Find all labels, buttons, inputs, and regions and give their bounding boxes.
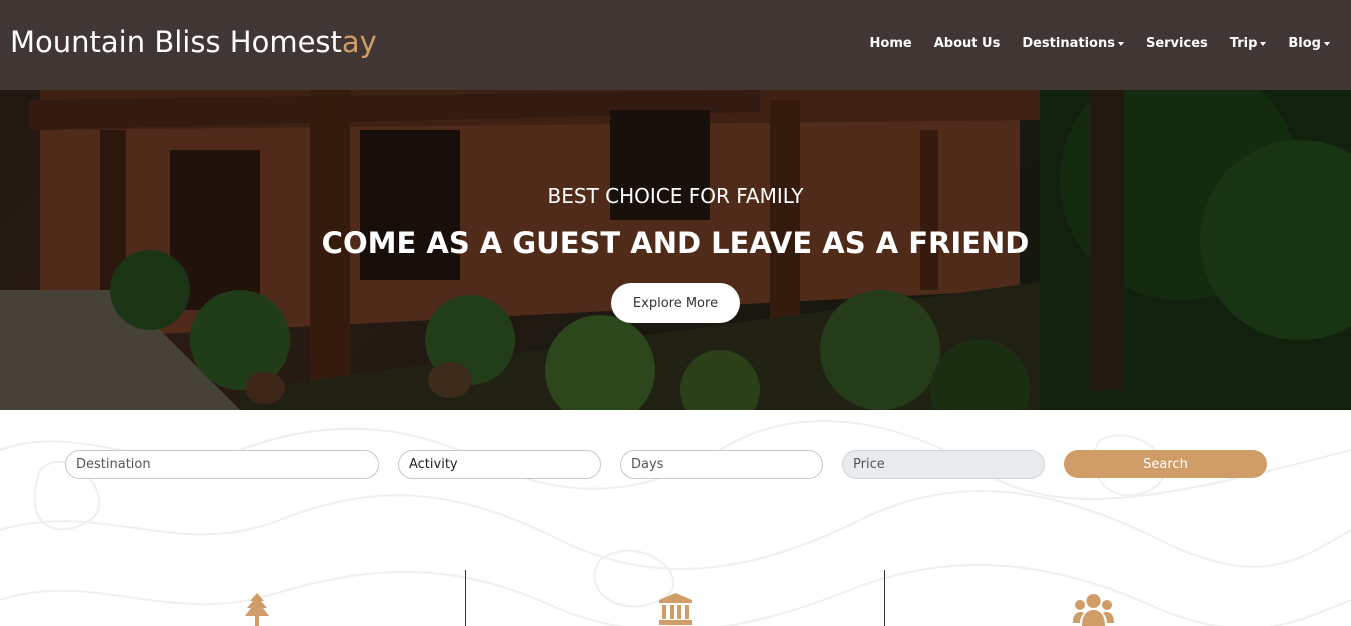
nav-trip[interactable]: Trip xyxy=(1219,36,1278,51)
hero-title: COME AS A GUEST AND LEAVE AS A FRIEND xyxy=(321,226,1030,260)
main-nav: Home About Us Destinations Services Trip… xyxy=(859,36,1341,51)
search-button[interactable]: Search xyxy=(1064,450,1267,478)
bank-icon xyxy=(659,593,692,625)
nav-home[interactable]: Home xyxy=(859,36,923,51)
hero-subtitle: BEST CHOICE FOR FAMILY xyxy=(547,184,804,208)
navbar: Mountain Bliss Homestay Home About Us De… xyxy=(0,0,1351,90)
feature-divider xyxy=(884,570,885,626)
brand-name: Mountain Bliss Homest xyxy=(10,25,342,59)
price-placeholder: Price xyxy=(853,457,885,472)
nav-services-label: Services xyxy=(1145,35,1208,51)
hero-banner: BEST CHOICE FOR FAMILY COME AS A GUEST A… xyxy=(0,90,1351,410)
feature-divider xyxy=(465,570,466,626)
brand-name-accent: ay xyxy=(341,25,377,59)
caret-down-icon xyxy=(1117,41,1124,46)
days-placeholder: Days xyxy=(631,457,664,472)
nav-services[interactable]: Services xyxy=(1135,36,1219,51)
tree-icon xyxy=(245,593,269,626)
nav-about-us[interactable]: About Us xyxy=(923,36,1012,51)
explore-more-button[interactable]: Explore More xyxy=(611,283,740,323)
nav-about-us-label: About Us xyxy=(933,35,1001,51)
nav-blog-label: Blog xyxy=(1288,35,1321,51)
nav-home-label: Home xyxy=(869,35,912,51)
days-input[interactable]: Days xyxy=(620,450,823,479)
nav-trip-label: Trip xyxy=(1229,35,1258,51)
activity-select-value: Activity xyxy=(409,457,458,472)
nav-blog[interactable]: Blog xyxy=(1277,36,1341,51)
price-input[interactable]: Price xyxy=(842,450,1045,479)
destination-placeholder: Destination xyxy=(76,457,151,472)
brand-logo[interactable]: Mountain Bliss Homestay xyxy=(10,25,377,59)
activity-select[interactable]: Activity xyxy=(398,450,601,479)
caret-down-icon xyxy=(1260,41,1267,46)
nav-destinations-label: Destinations xyxy=(1022,35,1115,51)
nav-destinations[interactable]: Destinations xyxy=(1011,36,1135,51)
users-icon xyxy=(1073,594,1114,626)
caret-down-icon xyxy=(1324,41,1330,46)
search-section: Destination Activity Days Price Search xyxy=(0,410,1351,626)
destination-input[interactable]: Destination xyxy=(65,450,379,479)
